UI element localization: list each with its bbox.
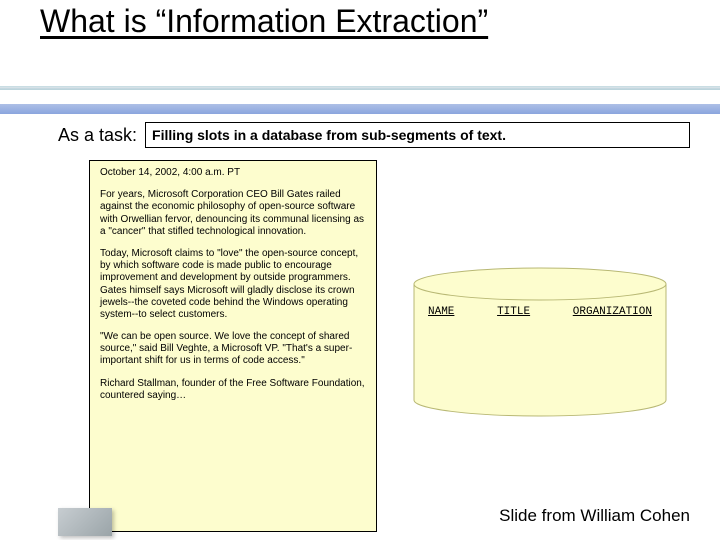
article-paragraph: Today, Microsoft claims to "love" the op…: [100, 248, 366, 321]
slide-credit: Slide from William Cohen: [499, 506, 690, 526]
page-title: What is “Information Extraction”: [40, 4, 700, 39]
db-col-title: TITLE: [497, 306, 530, 318]
database-headers: NAME TITLE ORGANIZATION: [428, 306, 652, 318]
slide: What is “Information Extraction” As a ta…: [0, 0, 720, 540]
db-col-name: NAME: [428, 306, 454, 318]
definition-box: Filling slots in a database from sub-seg…: [145, 122, 690, 148]
article-paragraph: For years, Microsoft Corporation CEO Bil…: [100, 189, 366, 238]
divider-thin: [0, 86, 720, 90]
divider-thick: [0, 104, 720, 114]
subtitle-row: As a task: Filling slots in a database f…: [58, 122, 690, 148]
article-paragraph: Richard Stallman, founder of the Free So…: [100, 378, 366, 402]
title-area: What is “Information Extraction”: [40, 4, 700, 39]
db-col-org: ORGANIZATION: [573, 306, 652, 318]
article-box: October 14, 2002, 4:00 a.m. PT For years…: [89, 160, 377, 532]
article-dateline: October 14, 2002, 4:00 a.m. PT: [100, 167, 366, 179]
decorative-shadow-box: [58, 508, 112, 536]
article-paragraph: "We can be open source. We love the conc…: [100, 331, 366, 368]
database-cylinder: NAME TITLE ORGANIZATION: [408, 260, 673, 420]
cylinder-icon: [408, 260, 673, 420]
subtitle-label: As a task:: [58, 122, 137, 146]
